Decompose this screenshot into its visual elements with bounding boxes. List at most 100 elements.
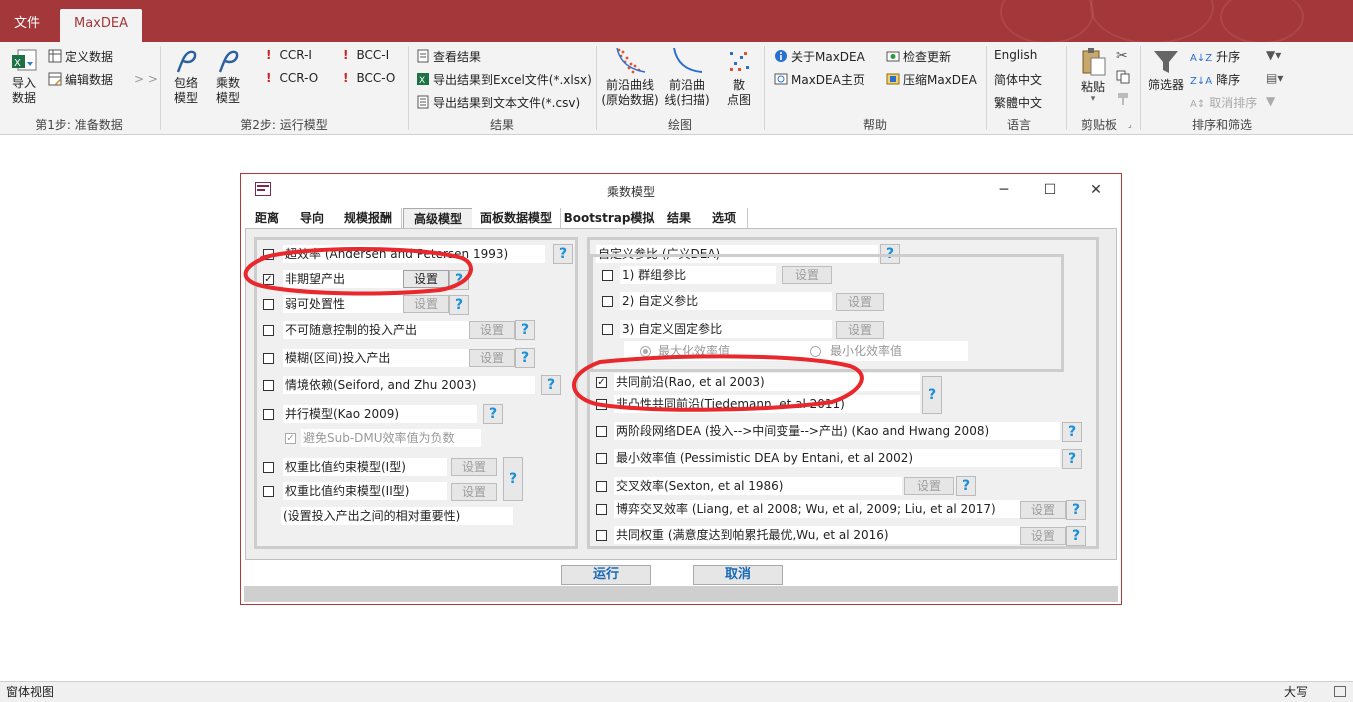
- multiplier-model-button[interactable]: 乘数 模型: [208, 48, 248, 106]
- tab-advanced-model[interactable]: 高级模型: [403, 208, 473, 229]
- undesirable-output-settings-button[interactable]: 设置: [403, 270, 449, 288]
- view-results-button[interactable]: 查看结果: [416, 48, 481, 65]
- two-stage-network-help-button[interactable]: ?: [1062, 422, 1082, 442]
- cross-efficiency-checkbox[interactable]: [596, 481, 607, 492]
- common-weight-settings-button[interactable]: 设置: [1020, 527, 1066, 545]
- metafrontier-checkbox[interactable]: ✓: [596, 377, 607, 388]
- weight-ratio-i-checkbox[interactable]: [263, 462, 274, 473]
- sort-ascending-button[interactable]: A↓Z 升序: [1190, 48, 1240, 65]
- group-reference-settings-button[interactable]: 设置: [782, 266, 832, 284]
- ccr-i-button[interactable]: ! CCR-I: [266, 48, 312, 62]
- custom-fixed-reference-settings-button[interactable]: 设置: [836, 321, 884, 339]
- table-icon: [48, 49, 62, 63]
- tab-options[interactable]: 选项: [701, 208, 748, 228]
- nondiscretionary-settings-button[interactable]: 设置: [469, 321, 515, 339]
- ccr-o-button[interactable]: ! CCR-O: [266, 71, 318, 85]
- weak-disposability-settings-button[interactable]: 设置: [403, 295, 449, 313]
- tab-file[interactable]: 文件: [0, 9, 54, 42]
- export-text-button[interactable]: 导出结果到文本文件(*.csv): [416, 94, 580, 111]
- define-data-button[interactable]: 定义数据: [48, 48, 113, 65]
- copy-icon[interactable]: [1116, 70, 1133, 85]
- check-update-button[interactable]: 检查更新: [886, 48, 951, 65]
- tab-maxdea[interactable]: MaxDEA: [60, 9, 142, 42]
- format-painter-icon[interactable]: [1116, 92, 1133, 107]
- fuzzy-io-help-button[interactable]: ?: [515, 348, 535, 368]
- sort-descending-button[interactable]: Z↓A 降序: [1190, 71, 1240, 88]
- bcc-i-button[interactable]: ! BCC-I: [343, 48, 389, 62]
- envelope-model-button[interactable]: 包络 模型: [166, 48, 206, 106]
- weight-ratio-help-button[interactable]: ?: [503, 457, 523, 501]
- run-button[interactable]: 运行: [561, 565, 651, 585]
- game-cross-efficiency-help-button[interactable]: ?: [1066, 500, 1086, 520]
- tab-results[interactable]: 结果: [657, 208, 702, 228]
- custom-fixed-reference-checkbox[interactable]: [602, 324, 613, 335]
- group-reference-checkbox[interactable]: [602, 270, 613, 281]
- bcc-o-button[interactable]: ! BCC-O: [343, 71, 395, 85]
- dialog-launcher-icon[interactable]: ⌟: [1128, 120, 1132, 129]
- common-weight-checkbox[interactable]: [596, 530, 607, 541]
- weak-disposability-checkbox[interactable]: [263, 299, 274, 310]
- common-weight-help-button[interactable]: ?: [1066, 526, 1086, 546]
- cancel-button[interactable]: 取消: [693, 565, 783, 585]
- context-dependent-checkbox[interactable]: [263, 380, 274, 391]
- tab-returns-to-scale[interactable]: 规模报酬: [335, 208, 402, 228]
- scissors-icon[interactable]: ✂: [1116, 48, 1128, 64]
- compress-button[interactable]: 压缩MaxDEA: [886, 71, 977, 88]
- fuzzy-io-checkbox[interactable]: [263, 353, 274, 364]
- undesirable-output-checkbox[interactable]: ✓: [263, 274, 274, 285]
- toggle-filter-icon[interactable]: ▼: [1266, 94, 1275, 108]
- minimize-button[interactable]: ─: [994, 180, 1014, 200]
- undesirable-output-help-button[interactable]: ?: [449, 270, 469, 290]
- cross-efficiency-help-button[interactable]: ?: [956, 476, 976, 496]
- language-english[interactable]: English: [994, 48, 1037, 62]
- weight-ratio-ii-checkbox[interactable]: [263, 486, 274, 497]
- game-cross-efficiency-checkbox[interactable]: [596, 504, 607, 515]
- nonconvex-metafrontier-checkbox[interactable]: [596, 399, 607, 410]
- frontier-raw-label: 前沿曲线 (原始数据): [601, 78, 659, 107]
- maximize-efficiency-radio[interactable]: [640, 346, 651, 357]
- weak-disposability-help-button[interactable]: ?: [449, 295, 469, 315]
- language-simplified-chinese[interactable]: 简体中文: [994, 71, 1042, 88]
- about-button[interactable]: 关于MaxDEA: [774, 48, 865, 65]
- fuzzy-io-settings-button[interactable]: 设置: [469, 349, 515, 367]
- paste-button[interactable]: 粘贴 ▾: [1074, 46, 1112, 104]
- custom-reference-checkbox[interactable]: [602, 296, 613, 307]
- nondiscretionary-help-button[interactable]: ?: [515, 320, 535, 340]
- tab-orientation[interactable]: 导向: [289, 208, 336, 228]
- parallel-model-checkbox[interactable]: [263, 409, 274, 420]
- avoid-negative-checkbox[interactable]: ✓: [285, 433, 296, 444]
- minimize-efficiency-radio[interactable]: [810, 346, 821, 357]
- homepage-button[interactable]: MaxDEA主页: [774, 71, 865, 88]
- super-efficiency-help-button[interactable]: ?: [553, 244, 573, 264]
- frontier-scan-button[interactable]: 前沿曲 线(扫描): [664, 46, 710, 108]
- nondiscretionary-checkbox[interactable]: [263, 325, 274, 336]
- import-data-button[interactable]: X 导入 数据: [4, 48, 44, 106]
- context-dependent-help-button[interactable]: ?: [541, 375, 561, 395]
- parallel-model-help-button[interactable]: ?: [483, 404, 503, 424]
- form-view-icon[interactable]: [1334, 686, 1346, 697]
- tab-bootstrap[interactable]: Bootstrap模拟: [561, 208, 658, 228]
- frontier-raw-button[interactable]: 前沿曲线 (原始数据): [600, 46, 660, 108]
- language-traditional-chinese[interactable]: 繁體中文: [994, 94, 1042, 111]
- export-excel-button[interactable]: X 导出结果到Excel文件(*.xlsx): [416, 71, 592, 88]
- super-efficiency-checkbox[interactable]: [263, 249, 274, 260]
- weight-ratio-i-settings-button[interactable]: 设置: [451, 458, 497, 476]
- filter-button[interactable]: 筛选器: [1146, 48, 1186, 93]
- metafrontier-help-button[interactable]: ?: [922, 376, 942, 414]
- maximize-button[interactable]: ☐: [1040, 180, 1060, 200]
- tab-distance[interactable]: 距离: [245, 208, 290, 228]
- scatter-plot-button[interactable]: 散 点图: [720, 46, 758, 108]
- clear-sort-button[interactable]: A↕ 取消排序: [1190, 94, 1257, 111]
- pessimistic-dea-help-button[interactable]: ?: [1062, 449, 1082, 469]
- cross-efficiency-settings-button[interactable]: 设置: [904, 477, 954, 495]
- pessimistic-dea-checkbox[interactable]: [596, 453, 607, 464]
- game-cross-efficiency-settings-button[interactable]: 设置: [1020, 501, 1066, 519]
- tab-panel-data-model[interactable]: 面板数据模型: [472, 208, 561, 228]
- selection-filter-icon[interactable]: ▼▾: [1266, 48, 1281, 62]
- weight-ratio-ii-settings-button[interactable]: 设置: [451, 483, 497, 501]
- advanced-filter-icon[interactable]: ▤▾: [1266, 71, 1283, 85]
- two-stage-network-checkbox[interactable]: [596, 426, 607, 437]
- edit-data-button[interactable]: 编辑数据: [48, 71, 113, 88]
- close-button[interactable]: ✕: [1086, 180, 1106, 200]
- custom-reference-settings-button[interactable]: 设置: [836, 293, 884, 311]
